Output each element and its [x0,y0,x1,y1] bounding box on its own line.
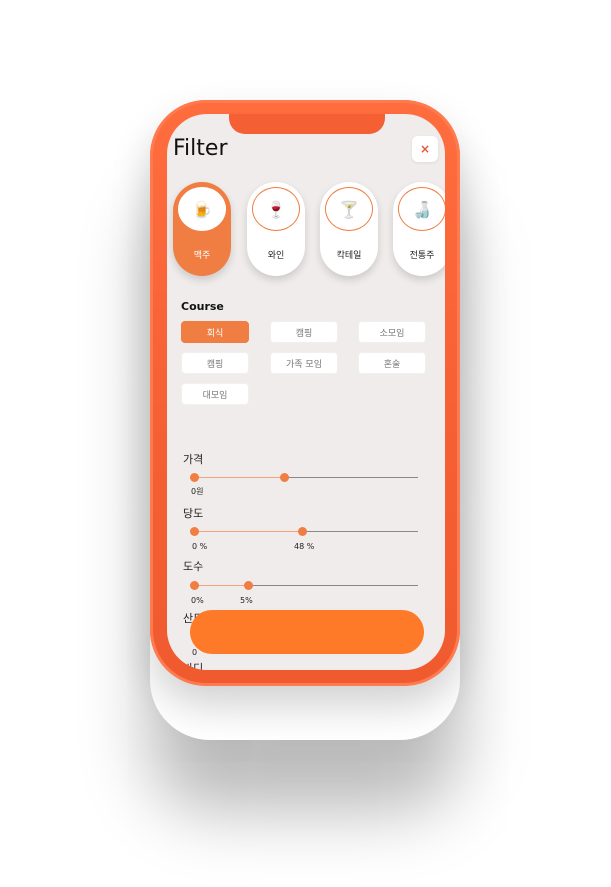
sake-icon: 🍶 [398,187,445,231]
course-chip[interactable]: 캠핑 [270,321,338,343]
acidity-min-value: 0 [192,648,198,657]
drink-type-carousel: 🍺 맥주 🍷 와인 🍸 칵테일 🍶 전통주 [173,182,445,282]
course-chip[interactable]: 회식 [181,321,249,343]
close-icon: × [419,142,431,156]
sweetness-min-value: 0 % [192,542,208,551]
course-chip[interactable]: 캠핑 [181,352,249,374]
price-min-value: 0원 [191,487,204,496]
drink-card-cocktail[interactable]: 🍸 칵테일 [320,182,378,276]
drink-card-traditional[interactable]: 🍶 전통주 [393,182,445,276]
drink-card-wine[interactable]: 🍷 와인 [247,182,305,276]
sweetness-slider-fill [194,531,302,532]
drink-card-beer[interactable]: 🍺 맥주 [173,182,231,276]
close-button[interactable]: × [412,136,438,162]
body-slider-title: 바디 [183,662,204,670]
abv-min-value: 0% [191,596,204,605]
drink-label: 맥주 [193,251,211,261]
drink-label: 칵테일 [336,251,362,261]
wine-icon: 🍷 [252,187,300,231]
abv-slider-title: 도수 [183,560,204,573]
abv-slider-track[interactable] [190,581,418,590]
abv-slider-fill [194,585,248,586]
cocktail-icon: 🍸 [325,187,373,231]
drink-label: 전통주 [409,251,435,261]
price-slider-fill [194,477,284,478]
sweetness-slider-title: 당도 [183,507,204,520]
course-section-title: Course [181,300,224,313]
beer-icon: 🍺 [178,187,226,231]
abv-slider-max-handle[interactable] [243,581,253,590]
sweetness-slider-max-handle[interactable] [297,527,307,536]
apply-filter-button[interactable] [190,610,424,654]
price-slider-max-handle[interactable] [279,473,289,482]
abv-slider-min-handle[interactable] [190,581,199,590]
course-chip[interactable]: 혼술 [358,352,426,374]
price-slider-track[interactable] [190,473,418,482]
phone-notch [229,114,385,134]
abv-max-value: 5% [240,596,253,605]
course-chip[interactable]: 소모임 [358,321,426,343]
sweetness-slider-track[interactable] [190,527,418,536]
course-chip[interactable]: 가족 모임 [270,352,338,374]
drink-label: 와인 [267,251,285,261]
filter-screen: Filter × 🍺 맥주 🍷 와인 🍸 칵테일 🍶 전통주 Course 회식… [167,114,445,670]
sweetness-slider-min-handle[interactable] [190,527,199,536]
price-slider-title: 가격 [183,453,204,466]
price-slider-min-handle[interactable] [190,473,199,482]
sweetness-max-value: 48 % [294,542,315,551]
course-chip[interactable]: 대모임 [181,383,249,405]
page-title: Filter [173,136,228,161]
